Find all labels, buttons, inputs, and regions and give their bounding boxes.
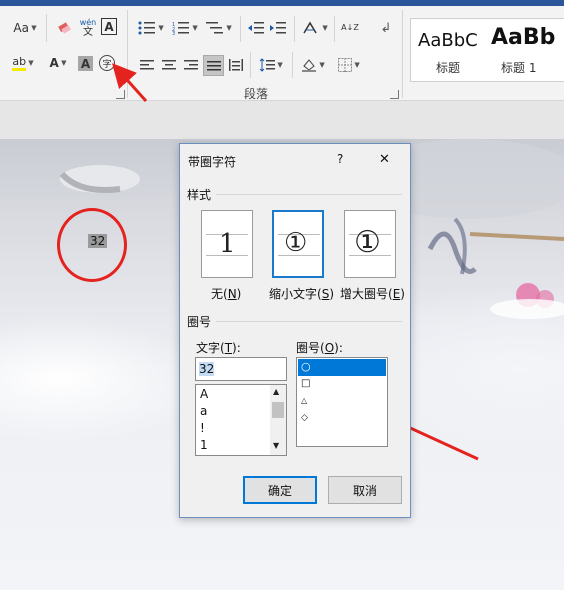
style-label-none[interactable]: 无(N) xyxy=(211,285,241,302)
arrow-to-enclose-button xyxy=(111,63,148,103)
style-label-shrink[interactable]: 缩小文字(S) xyxy=(269,285,334,302)
list-item[interactable]: △ xyxy=(301,396,307,405)
help-button[interactable]: ? xyxy=(337,152,343,166)
text-input-value: 32 xyxy=(199,362,215,376)
text-field-label: 文字(T): xyxy=(196,341,241,355)
enclosure-field-label: 圈号(O): xyxy=(296,341,343,355)
list-item[interactable]: A xyxy=(200,387,208,401)
cancel-button[interactable]: 取消 xyxy=(328,476,402,504)
enclosure-list[interactable]: ○ □ △ ◇ xyxy=(296,357,388,447)
text-input[interactable]: 32 xyxy=(195,357,287,381)
style-option-enlarge[interactable]: ① xyxy=(344,210,396,278)
ok-button[interactable]: 确定 xyxy=(243,476,317,504)
list-item[interactable]: ◇ xyxy=(301,413,308,423)
close-button[interactable]: ✕ xyxy=(379,152,390,167)
divider xyxy=(216,194,402,195)
divider xyxy=(216,321,402,322)
scrollbar-thumb[interactable] xyxy=(272,402,284,418)
style-option-none[interactable]: 1 xyxy=(201,210,253,278)
scrollbar[interactable]: ▲ ▼ xyxy=(270,385,286,455)
enclose-characters-dialog: 带圈字符 ? ✕ 样式 1 ① ① 无(N) 缩小文字(S) 增大圈号(E) 圈… xyxy=(179,143,411,518)
list-item-selected[interactable]: ○ xyxy=(301,360,311,373)
style-glyph-enlarge: ① xyxy=(354,225,381,260)
style-label-enlarge[interactable]: 增大圈号(E) xyxy=(340,285,405,302)
style-glyph-shrink: ① xyxy=(284,228,308,258)
enclose-section-label: 圈号 xyxy=(187,315,212,329)
list-selection xyxy=(298,359,386,376)
scroll-up-icon[interactable]: ▲ xyxy=(273,387,279,396)
dialog-title: 带圈字符 xyxy=(188,155,237,169)
list-item[interactable]: a xyxy=(200,404,207,418)
list-item[interactable]: ! xyxy=(200,421,205,435)
style-glyph-none: 1 xyxy=(219,229,236,259)
list-item[interactable]: 1 xyxy=(200,438,208,452)
text-list[interactable]: A a ! 1 ▲ ▼ xyxy=(195,384,287,456)
style-option-shrink[interactable]: ① xyxy=(272,210,324,278)
style-section-label: 样式 xyxy=(187,188,212,202)
list-item[interactable]: □ xyxy=(301,378,310,389)
scroll-down-icon[interactable]: ▼ xyxy=(273,441,279,450)
